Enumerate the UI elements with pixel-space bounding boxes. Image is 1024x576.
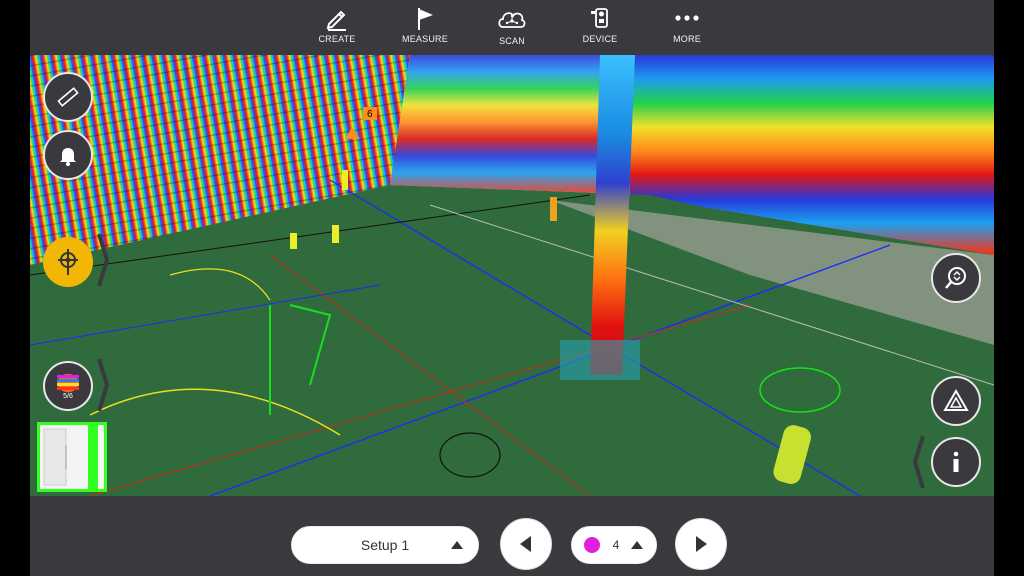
toolbar-device-label: DEVICE (582, 34, 618, 44)
device-icon (591, 8, 608, 28)
toolbar-scan-label: SCAN (499, 36, 525, 46)
toolbar-create-label: CREATE (318, 34, 356, 44)
station-color-dot (584, 537, 600, 553)
station-selector[interactable]: 4 (571, 526, 657, 564)
station-target-icon (58, 249, 78, 275)
station-chevron-up-icon (631, 541, 643, 549)
color-mode-count: 5/6 (63, 392, 73, 400)
top-toolbar: CREATE MEASURE SCAN DEVICE MORE (30, 0, 994, 55)
info-chevron-icon[interactable] (912, 432, 926, 492)
toolbar-measure-button[interactable]: MEASURE (380, 0, 470, 55)
toolbar-scan-button[interactable]: SCAN (467, 0, 557, 55)
arrow-left-icon (520, 536, 531, 552)
pencil-icon (326, 10, 346, 31)
info-button[interactable] (931, 437, 981, 487)
triangle-layers-icon (943, 389, 969, 411)
setup-label: Setup 1 (360, 537, 410, 553)
left-letterbox (0, 0, 30, 576)
right-letterbox (994, 0, 1024, 576)
station-chevron-icon[interactable] (96, 230, 110, 290)
scan-cloud-icon (498, 12, 526, 28)
station-setup-button[interactable] (43, 237, 93, 287)
more-dots-icon (675, 15, 699, 21)
layers-button[interactable] (931, 376, 981, 426)
scene-marker-label: 6 (367, 109, 373, 120)
toolbar-more-label: MORE (673, 34, 701, 44)
toolbar-measure-label: MEASURE (402, 34, 448, 44)
next-station-button[interactable] (675, 518, 727, 570)
zoom-icon (945, 267, 966, 289)
color-mode-chevron-icon[interactable] (96, 355, 110, 415)
zoom-button[interactable] (931, 253, 981, 303)
app-window: CREATE MEASURE SCAN DEVICE MORE 6 5/6 Se… (0, 0, 1024, 576)
setup-selector[interactable]: Setup 1 (291, 526, 479, 564)
toolbar-create-button[interactable]: CREATE (292, 0, 382, 55)
point-cloud-scene: 6 (30, 55, 994, 496)
bell-icon (60, 148, 76, 166)
bottom-bar: Setup 1 4 (30, 496, 994, 576)
thumbnail-icon (40, 425, 104, 489)
ruler-button[interactable] (43, 72, 93, 122)
scene-thumbnail[interactable] (37, 422, 107, 492)
rainbow-color-icon (57, 373, 79, 392)
flag-icon (418, 8, 433, 30)
previous-station-button[interactable] (500, 518, 552, 570)
toolbar-more-button[interactable]: MORE (642, 0, 732, 55)
chevron-up-icon (451, 541, 463, 549)
toolbar-device-button[interactable]: DEVICE (555, 0, 645, 55)
ruler-icon (57, 87, 79, 107)
color-mode-button[interactable]: 5/6 (43, 361, 93, 411)
station-count: 4 (612, 538, 620, 552)
notifications-button[interactable] (43, 130, 93, 180)
info-icon (953, 451, 959, 472)
point-cloud-viewport[interactable]: 6 (30, 55, 994, 496)
arrow-right-icon (696, 536, 707, 552)
